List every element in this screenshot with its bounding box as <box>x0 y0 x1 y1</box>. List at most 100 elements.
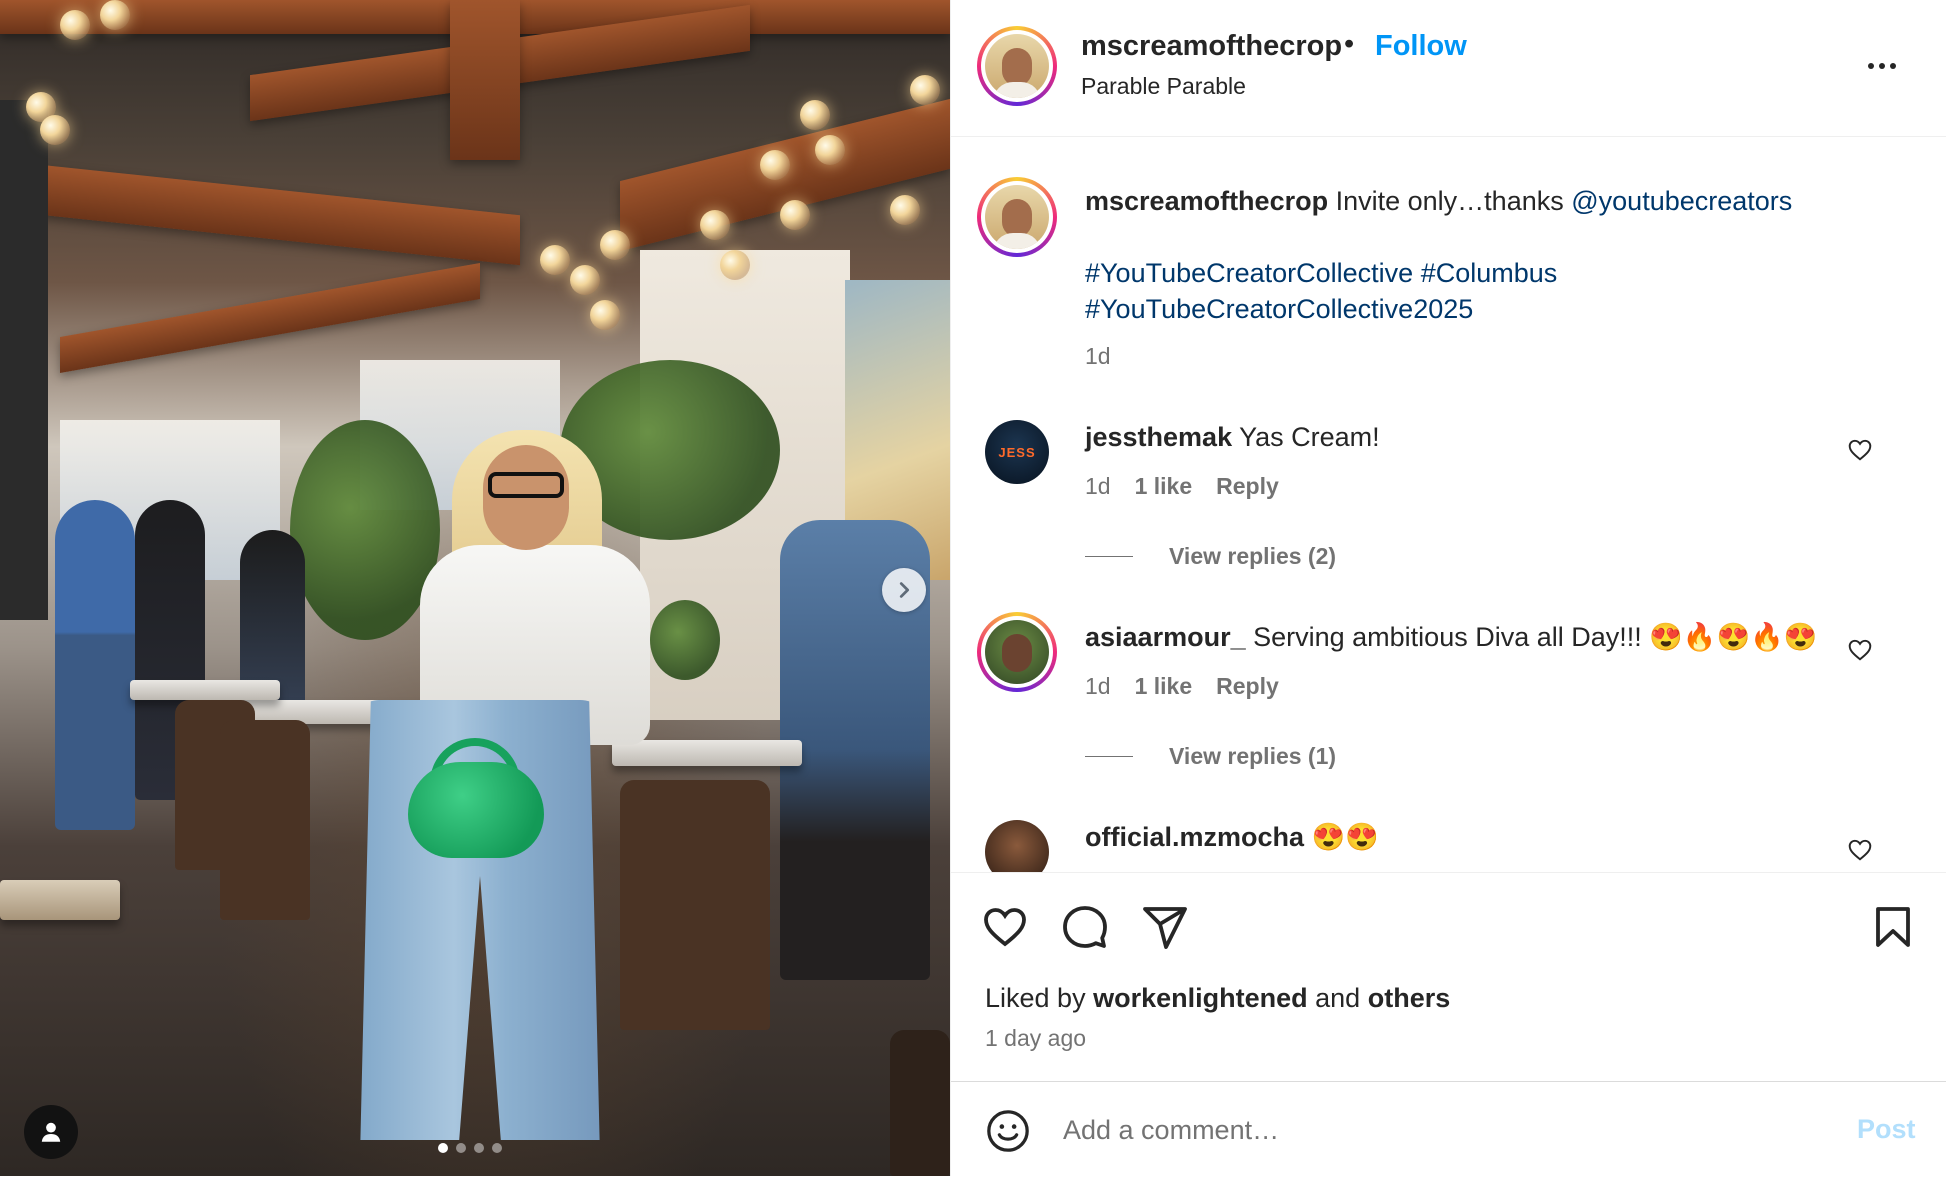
author-username[interactable]: mscreamofthecrop <box>1081 30 1342 63</box>
light-globe <box>760 150 790 180</box>
chevron-right-icon <box>899 582 910 598</box>
caption-author-avatar[interactable] <box>977 177 1057 257</box>
commenter-avatar[interactable]: JESS <box>985 420 1049 484</box>
divider-line <box>1085 556 1133 557</box>
comment-time: 1d <box>1085 473 1111 499</box>
divider-line <box>1085 756 1133 757</box>
post-sidebar: mscreamofthecrop • Follow Parable Parabl… <box>950 0 1946 1176</box>
subject-glasses <box>488 472 564 498</box>
light-globe <box>890 195 920 225</box>
ceiling-beam <box>450 0 520 160</box>
comment-likes[interactable]: 1 like <box>1135 673 1193 700</box>
instagram-post-dialog: mscreamofthecrop • Follow Parable Parabl… <box>0 0 1946 1176</box>
green-bag <box>408 762 544 858</box>
light-globe <box>720 250 750 280</box>
stone-counter <box>0 880 120 920</box>
add-comment-bar: Post <box>951 1081 1946 1177</box>
commenter-avatar[interactable] <box>985 820 1049 872</box>
heart-icon[interactable] <box>1847 437 1873 463</box>
follow-button[interactable]: Follow <box>1375 30 1467 63</box>
carousel-dots <box>438 1143 502 1153</box>
comment: jessthemak Yas Cream! <box>1085 419 1845 455</box>
background-person <box>55 500 135 830</box>
wall <box>0 100 48 620</box>
liked-by-and: and <box>1315 983 1361 1013</box>
liked-by-user[interactable]: workenlightened <box>1093 983 1308 1013</box>
tagged-users-button[interactable] <box>24 1105 78 1159</box>
caption-mention[interactable]: @youtubecreators <box>1571 186 1792 216</box>
light-globe <box>780 200 810 230</box>
comment-username[interactable]: official.mzmocha <box>1085 822 1304 852</box>
plant <box>290 420 440 640</box>
heart-icon[interactable] <box>1847 837 1873 863</box>
share-send-icon[interactable] <box>1141 903 1189 951</box>
light-globe <box>815 135 845 165</box>
light-globe <box>700 210 730 240</box>
view-replies-label: View replies (2) <box>1169 543 1337 569</box>
comment-username[interactable]: jessthemak <box>1085 422 1232 452</box>
comment-input[interactable] <box>1061 1104 1765 1156</box>
caption-username[interactable]: mscreamofthecrop <box>1085 186 1328 216</box>
view-replies-button[interactable]: View replies (2) <box>1085 543 1336 570</box>
audio-label[interactable]: Parable Parable <box>1081 73 1246 100</box>
light-globe <box>910 75 940 105</box>
reply-button[interactable]: Reply <box>1216 473 1279 500</box>
view-replies-label: View replies (1) <box>1169 743 1337 769</box>
comment: official.mzmocha 😍😍 <box>1085 819 1845 855</box>
comment-text: 😍😍 <box>1311 822 1379 852</box>
carousel-dot <box>438 1143 448 1153</box>
heart-icon[interactable] <box>1847 637 1873 663</box>
comments-scroll-area[interactable]: mscreamofthecrop Invite only…thanks @you… <box>951 137 1946 872</box>
carousel-dot <box>492 1143 502 1153</box>
hashtag-link[interactable]: #YouTubeCreatorCollective <box>1085 258 1413 288</box>
post-timestamp[interactable]: 1 day ago <box>985 1025 1086 1052</box>
light-globe <box>540 245 570 275</box>
emoji-smiley-icon[interactable] <box>985 1108 1031 1154</box>
comment-text: Serving ambitious Diva all Day!!! 😍🔥😍🔥😍 <box>1253 622 1818 652</box>
caption-hashtags: #YouTubeCreatorCollective #Columbus #You… <box>1085 255 1905 327</box>
light-globe <box>60 10 90 40</box>
author-avatar[interactable] <box>977 26 1057 106</box>
light-globe <box>100 0 130 30</box>
separator-dot: • <box>1344 28 1355 60</box>
plant <box>650 600 720 680</box>
comment-bubble-icon[interactable] <box>1061 903 1109 951</box>
like-heart-icon[interactable] <box>981 903 1029 951</box>
hashtag-link[interactable]: #Columbus <box>1421 258 1558 288</box>
liked-by-others[interactable]: others <box>1368 983 1451 1013</box>
view-replies-button[interactable]: View replies (1) <box>1085 743 1336 770</box>
comment-likes[interactable]: 1 like <box>1135 473 1193 500</box>
hashtag-link[interactable]: #YouTubeCreatorCollective2025 <box>1085 294 1473 324</box>
user-icon <box>41 1122 61 1142</box>
comment-time: 1d <box>1085 673 1111 699</box>
ceiling-beam <box>60 262 480 374</box>
light-globe <box>40 115 70 145</box>
liked-by-summary: Liked by workenlightened and others <box>985 983 1450 1014</box>
bookmark-icon[interactable] <box>1869 903 1917 951</box>
commenter-avatar[interactable] <box>977 612 1057 692</box>
post-photo[interactable] <box>0 0 950 1176</box>
light-globe <box>800 100 830 130</box>
carousel-dot <box>474 1143 484 1153</box>
cafe-table <box>612 740 802 766</box>
liked-by-prefix: Liked by <box>985 983 1086 1013</box>
caption: mscreamofthecrop Invite only…thanks @you… <box>1085 183 1905 219</box>
ceiling-beam <box>40 164 520 266</box>
reply-button[interactable]: Reply <box>1216 673 1279 700</box>
post-comment-button[interactable]: Post <box>1857 1114 1916 1145</box>
light-globe <box>600 230 630 260</box>
light-globe <box>570 265 600 295</box>
comment-meta: 1d 1 like Reply <box>1085 473 1279 500</box>
carousel-next-button[interactable] <box>882 568 926 612</box>
more-options-icon[interactable] <box>1857 48 1907 84</box>
caption-text: Invite only…thanks <box>1335 186 1564 216</box>
carousel-dot <box>456 1143 466 1153</box>
comment-meta: 1d 1 like Reply <box>1085 673 1279 700</box>
cafe-chair <box>620 780 770 1030</box>
caption-time: 1d <box>1085 343 1111 369</box>
comment-username[interactable]: asiaarmour_ <box>1085 622 1246 652</box>
post-header: mscreamofthecrop • Follow Parable Parabl… <box>951 0 1946 137</box>
post-actions: Liked by workenlightened and others 1 da… <box>951 872 1946 1083</box>
cafe-chair <box>890 1030 950 1176</box>
comment-text: Yas Cream! <box>1239 422 1380 452</box>
